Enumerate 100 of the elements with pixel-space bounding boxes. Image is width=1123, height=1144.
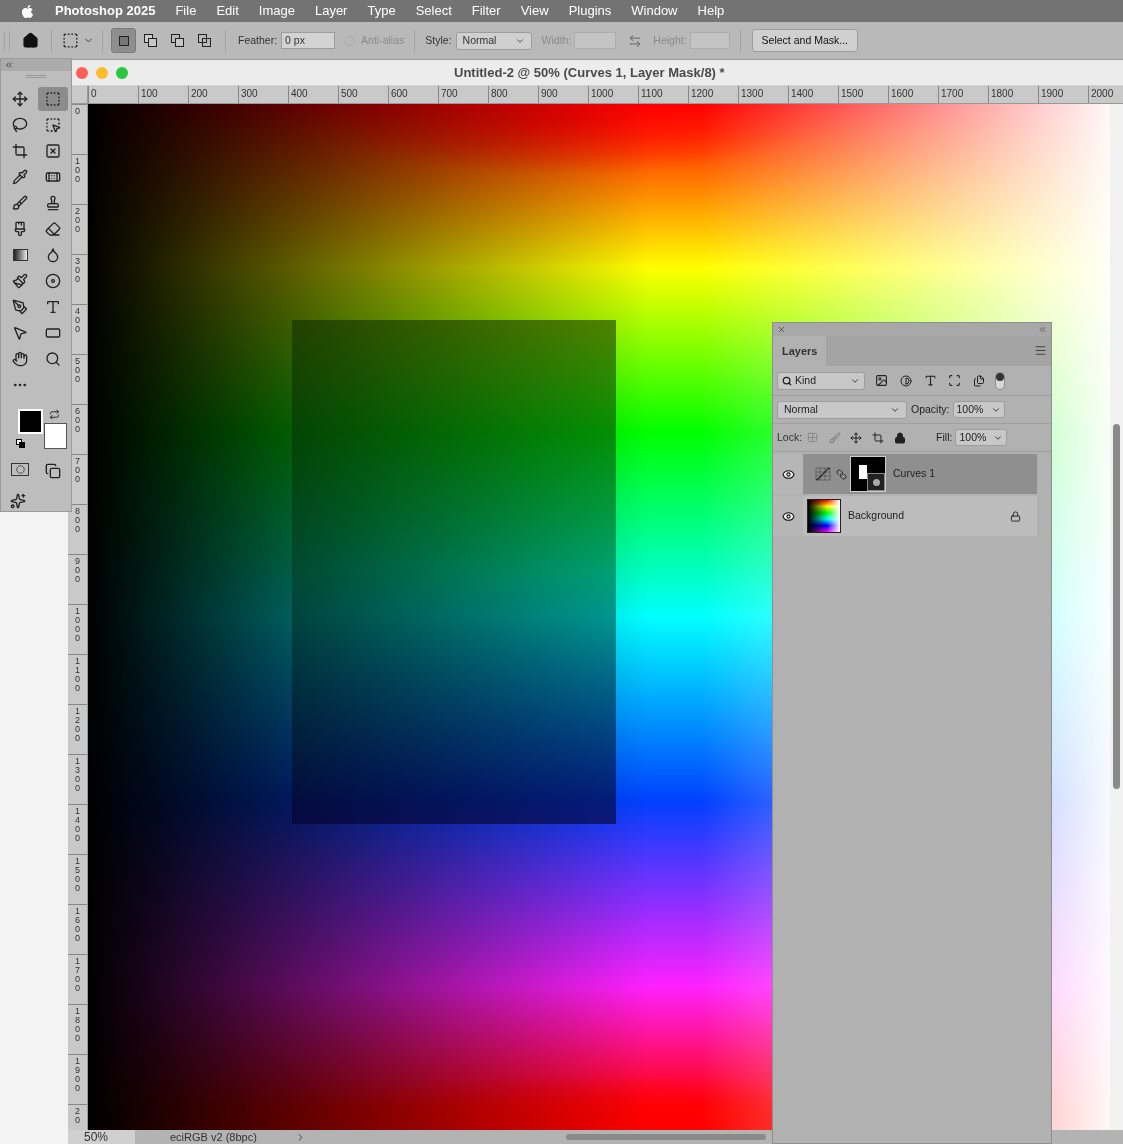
crop-icon <box>12 143 28 159</box>
move-lock-icon[interactable] <box>850 431 863 444</box>
ruler-label: 200 <box>190 87 208 101</box>
ruler-label: 1800 <box>990 87 1014 101</box>
link-icon[interactable] <box>836 468 847 480</box>
eye-icon[interactable] <box>781 467 795 481</box>
layer-row[interactable]: Background <box>773 496 1037 536</box>
scroll-thumb[interactable] <box>1113 424 1120 789</box>
brush-icon <box>12 221 28 237</box>
dashed-square-icon <box>45 91 61 107</box>
style-label: Style: <box>425 32 452 48</box>
ruler-label: 500 <box>74 357 81 386</box>
layer-name[interactable]: Curves 1 <box>893 466 1037 482</box>
ruler-label: 1000 <box>590 87 614 101</box>
home-icon[interactable] <box>22 32 39 49</box>
blend-mode-dropdown[interactable]: Normal <box>777 400 907 419</box>
brush-icon <box>12 273 28 289</box>
background-color-swatch[interactable] <box>44 423 67 449</box>
menu-item[interactable]: Window <box>631 1 678 21</box>
style-dropdown[interactable]: Normal <box>455 31 532 50</box>
checker-lock-icon[interactable] <box>807 432 819 443</box>
feather-label: Feather: <box>238 32 278 48</box>
vertical-scrollbar[interactable] <box>1110 104 1123 1130</box>
ruler-label: 700 <box>74 457 81 486</box>
eye-icon[interactable] <box>781 509 795 523</box>
ruler-label: 1900 <box>1040 87 1064 101</box>
ruler-label: 1500 <box>74 857 81 895</box>
dashed-pointer-icon <box>45 117 61 133</box>
menu-item[interactable]: Help <box>697 1 725 21</box>
layer-name[interactable]: Background <box>848 508 1010 524</box>
opacity-label: Opacity: <box>911 401 950 417</box>
ruler-label: 1200 <box>690 87 714 101</box>
menu-item[interactable]: Image <box>258 1 295 21</box>
menu-item[interactable]: Type <box>367 1 396 21</box>
ruler-label: 1800 <box>74 1007 81 1045</box>
ruler-label: 1700 <box>940 87 964 101</box>
crossed-frame-icon <box>45 143 61 159</box>
shape-filter-icon[interactable] <box>948 374 961 387</box>
close-button[interactable] <box>76 66 88 79</box>
swap-icon[interactable] <box>49 409 60 420</box>
crop-lock-icon[interactable] <box>872 431 885 444</box>
half-circle-icon[interactable] <box>900 374 912 387</box>
selection-mode-button[interactable] <box>111 28 136 53</box>
grip-handle[interactable] <box>26 74 46 78</box>
lock-icon[interactable] <box>894 431 907 444</box>
droplet-icon <box>45 247 61 263</box>
menu-item[interactable]: Select <box>415 1 452 21</box>
ruler-label: 400 <box>74 307 81 336</box>
ruler-label: 100 <box>74 157 81 186</box>
menu-item[interactable]: Layer <box>314 1 348 21</box>
ruler-label: 400 <box>290 87 308 101</box>
quick-mask-icon[interactable] <box>11 463 29 476</box>
ruler-label: 500 <box>340 87 358 101</box>
layer-row[interactable]: Curves 1 <box>773 454 1037 494</box>
menu-icon[interactable] <box>1034 344 1047 357</box>
menu-item[interactable]: Plugins <box>568 1 612 21</box>
type-icon <box>45 299 61 315</box>
select-and-mask-button[interactable]: Select and Mask... <box>751 29 858 52</box>
ruler-label: 1200 <box>74 707 81 745</box>
menu-item[interactable]: View <box>520 1 549 21</box>
search-icon <box>782 375 792 386</box>
hand-icon <box>12 351 28 367</box>
ruler-label: 800 <box>490 87 508 101</box>
pen-icon <box>12 299 28 315</box>
ruler-label: 1100 <box>74 657 81 695</box>
ruler-label: 700 <box>440 87 458 101</box>
gradient-icon <box>12 249 28 261</box>
filter-dropdown[interactable]: Kind <box>777 371 865 390</box>
ruler-label: 1900 <box>74 1057 81 1095</box>
overlap-squares-icon <box>144 34 157 47</box>
lasso-icon <box>12 117 28 133</box>
ruler-label: 100 <box>140 87 158 101</box>
type-filter-icon[interactable] <box>924 374 937 387</box>
sparkle-icon[interactable] <box>10 493 26 509</box>
menu-item[interactable]: Edit <box>216 1 239 21</box>
zoom-field[interactable]: 50% <box>68 1130 135 1144</box>
image-filter-icon[interactable] <box>875 374 888 387</box>
foreground-color-swatch[interactable] <box>18 409 43 434</box>
ruler-label: 1700 <box>74 957 81 995</box>
layers-tab[interactable]: Layers <box>773 336 827 366</box>
mask-thumbnail[interactable] <box>850 456 886 492</box>
screen-mode-icon[interactable] <box>45 463 61 479</box>
smart-object-icon[interactable] <box>973 374 985 387</box>
lock-icon[interactable] <box>1010 510 1021 522</box>
ruler-label: 300 <box>74 257 81 286</box>
scroll-thumb[interactable] <box>565 1134 766 1140</box>
menu-item[interactable]: Filter <box>471 1 501 21</box>
layer-thumbnail[interactable] <box>807 499 841 533</box>
default-colors-icon[interactable] <box>16 439 26 449</box>
menu-item[interactable]: File <box>175 1 197 21</box>
filter-toggle[interactable] <box>995 371 1005 390</box>
move-icon <box>12 91 28 107</box>
feather-field[interactable]: 0 px <box>281 32 336 49</box>
close-icon[interactable] <box>777 325 786 334</box>
ruler-label: 1500 <box>840 87 864 101</box>
app-name-menu[interactable]: Photoshop 2025 <box>55 1 156 21</box>
marquee-tool-icon[interactable] <box>62 32 79 49</box>
apple-icon[interactable] <box>20 3 35 19</box>
brush-icon <box>12 195 28 211</box>
ruler-label: 1400 <box>790 87 814 101</box>
